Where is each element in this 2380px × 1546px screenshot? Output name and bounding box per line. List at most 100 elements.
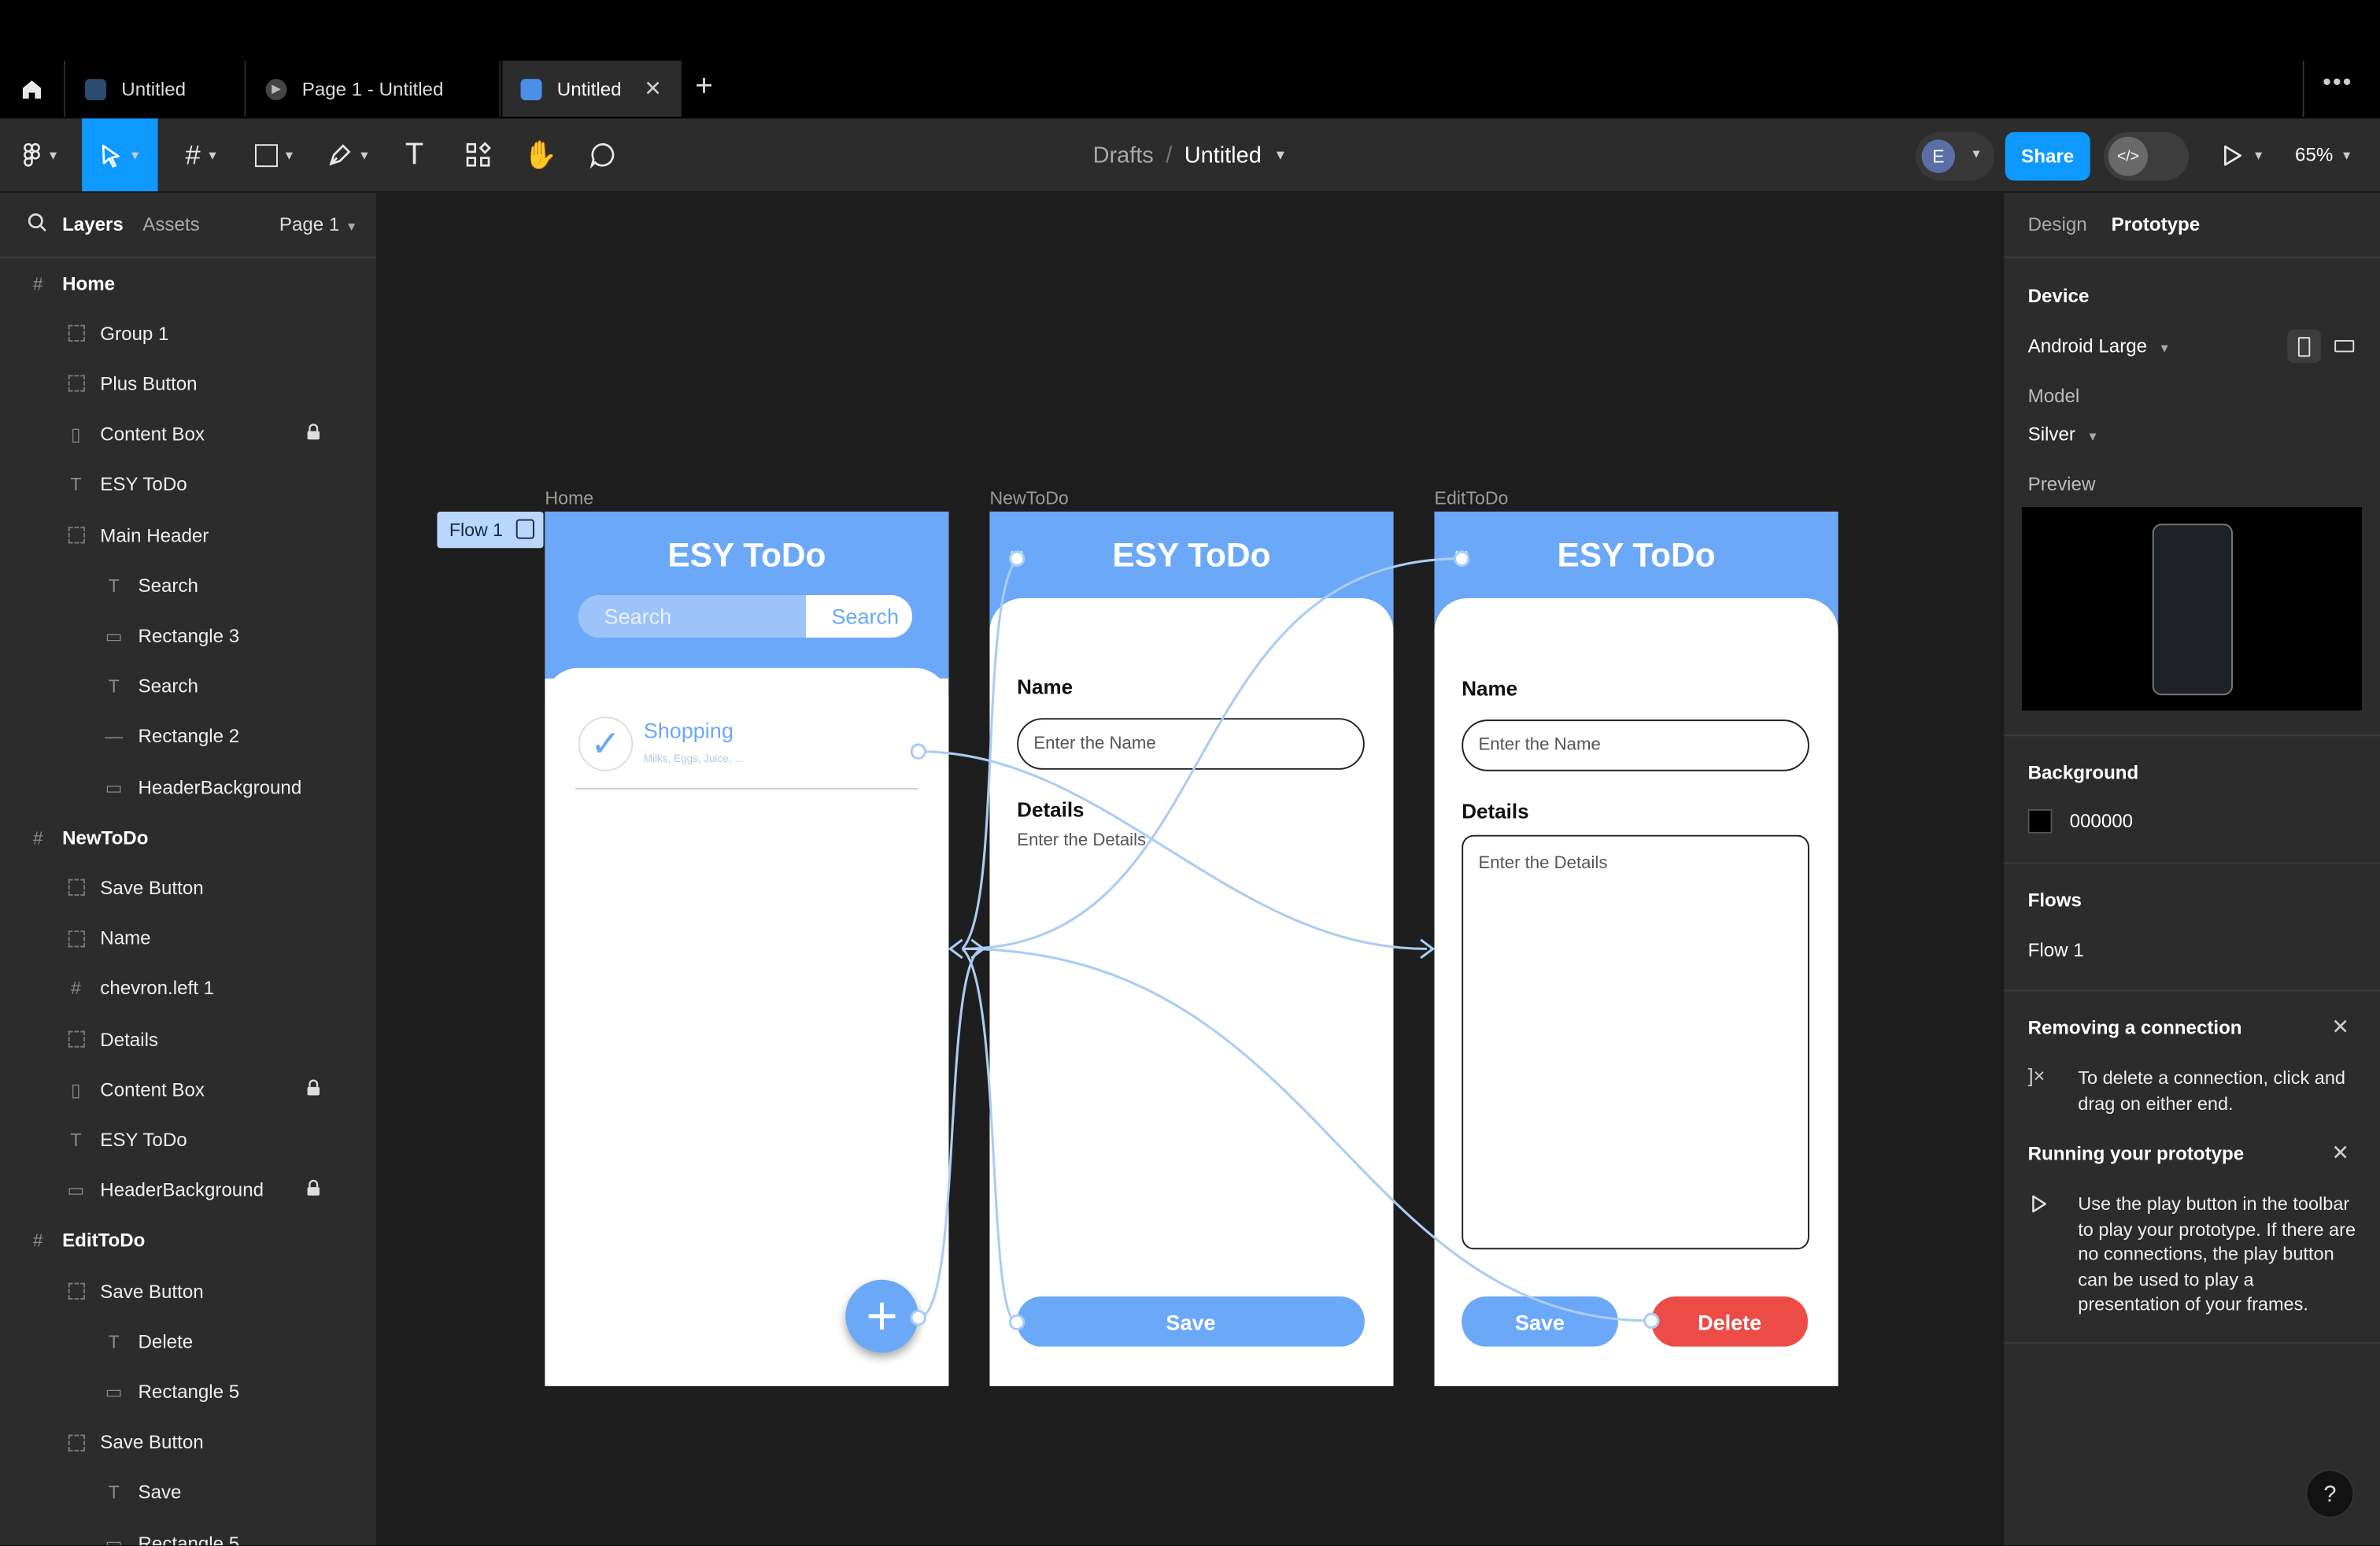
flow-item[interactable]: Flow 1 [2028,940,2084,961]
multiplayer-avatars[interactable]: E ▼ [1915,131,1995,181]
layer-row[interactable]: # chevron.left 1 [0,963,376,1014]
more-options-icon[interactable]: ••• [2323,70,2352,98]
layer-row[interactable]: — Rectangle 2 [0,712,376,762]
file-title[interactable]: Untitled [1184,142,1262,168]
layer-row[interactable]: Save Button [0,1266,376,1316]
layer-row[interactable]: T Search [0,661,376,712]
layer-row[interactable]: Name [0,913,376,963]
layer-row[interactable]: T ESY ToDo [0,460,376,510]
layer-row[interactable]: Save Button [0,863,376,913]
present-flow-icon[interactable] [516,519,534,539]
save-button[interactable]: Save [1462,1296,1618,1347]
main-menu-button[interactable]: ▼ [15,118,67,191]
chevron-down-icon[interactable]: ▼ [1273,147,1287,162]
shape-tool-button[interactable]: ▼ [246,118,303,191]
flow-starting-point[interactable]: Flow 1 [437,511,544,549]
breadcrumb-drafts[interactable]: Drafts [1093,142,1154,168]
home-frame[interactable]: ESY ToDo Search Search ✓ Shopping Milks,… [545,511,949,1386]
layer-name: Group 1 [100,323,169,345]
help-button[interactable]: ? [2305,1469,2355,1518]
close-icon[interactable]: ✕ [2331,1014,2349,1040]
layer-row[interactable]: ▭ HeaderBackground [0,1165,376,1215]
move-tool-button[interactable]: ▼ [82,118,158,192]
lock-icon[interactable] [307,423,320,445]
name-field[interactable]: Enter the Name [1462,719,1809,771]
avatar[interactable]: E [1921,139,1956,173]
layer-row[interactable]: Plus Button [0,359,376,409]
tab-layers[interactable]: Layers [62,214,124,235]
model-select[interactable]: Silver ▼ [2028,423,2099,445]
pen-tool-button[interactable]: ▼ [319,118,379,191]
file-tab-2[interactable]: ▶ Page 1 - Untitled [247,61,501,117]
text-tool-button[interactable]: T [394,118,434,191]
name-field[interactable]: Enter the Name [1017,718,1365,770]
search-icon[interactable] [28,213,47,237]
search-button[interactable]: Search [819,595,913,638]
layers-panel: Layers Assets Page 1 ▼ # Home Group 1 Plus B… [0,192,379,1546]
frame-title-newtodo[interactable]: NewToDo [989,487,1068,509]
layer-row[interactable]: ▯ Content Box [0,409,376,460]
newtodo-frame[interactable]: ✕ ESY ToDo Name Enter the Name Details E… [989,511,1394,1386]
layer-row[interactable]: Main Header [0,510,376,560]
details-field[interactable]: Enter the Details [1017,832,1146,850]
frame-title-home[interactable]: Home [545,487,593,509]
model-label: Model [2027,385,2080,407]
close-tab-icon[interactable]: ✕ [644,76,662,102]
checkmark-icon[interactable]: ✓ [578,716,634,771]
layer-row[interactable]: T Search [0,560,376,611]
close-icon[interactable]: ✕ [2331,1140,2349,1166]
hand-tool-button[interactable]: ✋ [518,118,564,191]
main-header-search[interactable]: Search Search [578,595,913,638]
text-icon: T [108,1481,120,1503]
background-color-value[interactable]: 000000 [2070,811,2133,832]
landscape-orientation-button[interactable] [2327,330,2360,363]
layer-row[interactable]: ▭ HeaderBackground [0,762,376,812]
save-button[interactable]: Save [1017,1296,1365,1347]
lock-icon[interactable] [307,1078,320,1100]
layer-row[interactable]: T Save [0,1468,376,1518]
portrait-orientation-button[interactable] [2287,329,2321,363]
layer-row[interactable]: Group 1 [0,309,376,359]
page-selector[interactable]: Page 1 ▼ [279,214,357,235]
details-label: Details [1462,800,1529,823]
canvas[interactable]: Home NewToDo EditToDo Flow 1 ESY ToDo Se… [379,192,2002,1546]
tab-design[interactable]: Design [2028,214,2087,235]
search-input[interactable]: Search [578,595,807,638]
layer-row[interactable]: # EditToDo [0,1215,376,1266]
layer-name: Content Box [100,423,205,446]
background-color-field[interactable]: 000000 [2027,808,2133,834]
share-button[interactable]: Share [2005,131,2090,181]
layer-row[interactable]: ▯ Content Box [0,1064,376,1115]
zoom-menu[interactable]: 65% ▼ [2295,118,2352,191]
edittodo-frame[interactable]: ✕ ESY ToDo Name Enter the Name Details E… [1434,511,1839,1386]
file-tab-3-active[interactable]: Untitled ✕ [502,61,682,117]
new-tab-icon[interactable]: + [695,70,713,105]
frame-title-edittodo[interactable]: EditToDo [1435,487,1509,509]
layer-row[interactable]: T ESY ToDo [0,1115,376,1165]
tab-bar: Untitled ▶ Page 1 - Untitled Untitled ✕ … [0,0,2380,119]
layer-row[interactable]: Details [0,1014,376,1064]
layer-row[interactable]: T Delete [0,1316,376,1367]
plus-button[interactable]: + [845,1279,918,1353]
layer-row[interactable]: # NewToDo [0,812,376,863]
todo-item-title: Shopping [643,718,734,743]
layer-row[interactable]: # Home [0,258,376,309]
layer-row[interactable]: ▭ Rectangle 5 [0,1518,376,1545]
present-button[interactable]: ▼ [2222,118,2264,191]
layer-row[interactable]: Save Button [0,1418,376,1468]
comment-tool-button[interactable] [580,118,626,191]
details-field[interactable]: Enter the Details [1462,834,1809,1250]
tab-assets[interactable]: Assets [142,214,199,235]
color-swatch[interactable] [2027,808,2053,834]
home-tab[interactable] [0,61,65,117]
layer-row[interactable]: ▭ Rectangle 5 [0,1367,376,1417]
lock-icon[interactable] [307,1179,320,1201]
dev-mode-toggle[interactable]: </> [2104,131,2190,181]
device-select[interactable]: Android Large ▼ [2028,335,2171,357]
file-tab-1[interactable]: Untitled [67,61,246,117]
delete-button[interactable]: Delete [1651,1296,1808,1347]
layer-row[interactable]: ▭ Rectangle 3 [0,611,376,661]
frame-tool-button[interactable]: # ▼ [173,118,231,191]
resources-tool-button[interactable] [456,118,501,191]
tab-prototype[interactable]: Prototype [2112,214,2201,235]
